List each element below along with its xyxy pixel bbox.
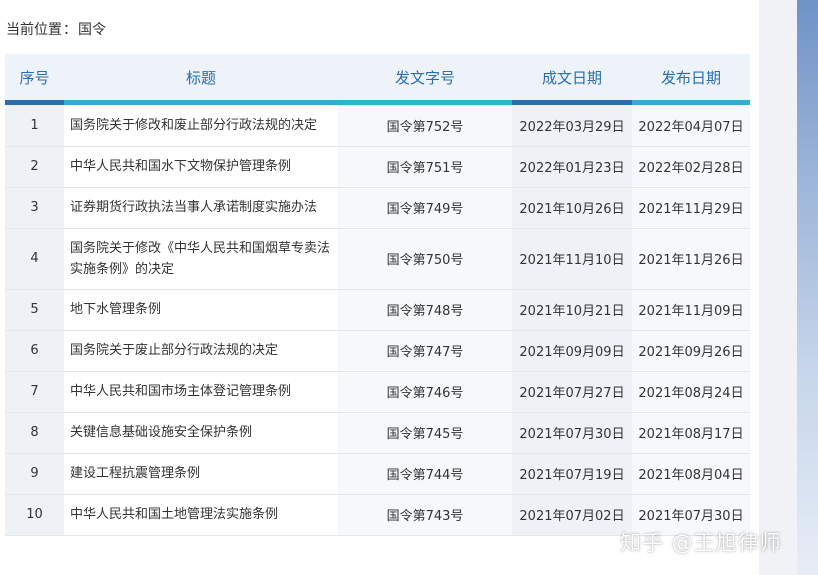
row-published-date: 2021年08月17日 bbox=[632, 412, 750, 454]
breadcrumb-current[interactable]: 国令 bbox=[78, 22, 106, 38]
header-document-number: 发文字号 bbox=[338, 54, 512, 100]
table-row: 3 证券期货行政执法当事人承诺制度实施办法 国令第749号 2021年10月26… bbox=[5, 187, 750, 229]
row-number: 8 bbox=[5, 412, 64, 454]
row-number: 3 bbox=[5, 187, 64, 229]
header-title: 标题 bbox=[64, 54, 338, 100]
page-side-gutter bbox=[759, 0, 797, 575]
row-document-number: 国令第751号 bbox=[338, 146, 512, 188]
table-row: 4 国务院关于修改《中华人民共和国烟草专卖法实施条例》的决定 国令第750号 2… bbox=[5, 228, 750, 290]
header-written-date: 成文日期 bbox=[512, 54, 632, 100]
table-row: 2 中华人民共和国水下文物保护管理条例 国令第751号 2022年01月23日 … bbox=[5, 146, 750, 188]
row-written-date: 2022年03月29日 bbox=[512, 105, 632, 147]
row-number: 1 bbox=[5, 105, 64, 147]
window-edge-background bbox=[797, 0, 818, 575]
row-title-link[interactable]: 国务院关于修改和废止部分行政法规的决定 bbox=[64, 105, 338, 147]
row-document-number: 国令第752号 bbox=[338, 105, 512, 147]
row-document-number: 国令第743号 bbox=[338, 494, 512, 536]
row-number: 9 bbox=[5, 453, 64, 495]
table-row: 6 国务院关于废止部分行政法规的决定 国令第747号 2021年09月09日 2… bbox=[5, 330, 750, 372]
row-published-date: 2022年02月28日 bbox=[632, 146, 750, 188]
row-title-link[interactable]: 中华人民共和国市场主体登记管理条例 bbox=[64, 371, 338, 413]
table-header-row: 序号 标题 发文字号 成文日期 发布日期 bbox=[5, 54, 750, 100]
breadcrumb-label: 当前位置 bbox=[6, 22, 62, 38]
row-written-date: 2021年07月30日 bbox=[512, 412, 632, 454]
row-number: 10 bbox=[5, 494, 64, 536]
row-title-link[interactable]: 关键信息基础设施安全保护条例 bbox=[64, 412, 338, 454]
row-written-date: 2021年10月26日 bbox=[512, 187, 632, 229]
row-title-link[interactable]: 中华人民共和国土地管理法实施条例 bbox=[64, 494, 338, 536]
breadcrumb: 当前位置：国令 bbox=[6, 19, 106, 39]
row-document-number: 国令第747号 bbox=[338, 330, 512, 372]
row-number: 6 bbox=[5, 330, 64, 372]
row-number: 7 bbox=[5, 371, 64, 413]
header-number: 序号 bbox=[5, 54, 64, 100]
regulations-table: 序号 标题 发文字号 成文日期 发布日期 1 国务院关于修改和废止部分行政法规的… bbox=[5, 54, 750, 536]
breadcrumb-separator: ： bbox=[63, 22, 77, 38]
row-published-date: 2021年09月26日 bbox=[632, 330, 750, 372]
row-number: 4 bbox=[5, 228, 64, 290]
row-number: 2 bbox=[5, 146, 64, 188]
row-document-number: 国令第748号 bbox=[338, 289, 512, 331]
row-document-number: 国令第750号 bbox=[338, 228, 512, 290]
row-published-date: 2021年11月09日 bbox=[632, 289, 750, 331]
table-row: 7 中华人民共和国市场主体登记管理条例 国令第746号 2021年07月27日 … bbox=[5, 371, 750, 413]
row-written-date: 2021年10月21日 bbox=[512, 289, 632, 331]
row-title-link[interactable]: 证券期货行政执法当事人承诺制度实施办法 bbox=[64, 187, 338, 229]
row-written-date: 2021年07月02日 bbox=[512, 494, 632, 536]
row-written-date: 2021年07月27日 bbox=[512, 371, 632, 413]
row-title-link[interactable]: 国务院关于废止部分行政法规的决定 bbox=[64, 330, 338, 372]
table-row: 5 地下水管理条例 国令第748号 2021年10月21日 2021年11月09… bbox=[5, 289, 750, 331]
row-title-link[interactable]: 国务院关于修改《中华人民共和国烟草专卖法实施条例》的决定 bbox=[64, 228, 338, 290]
watermark-text: 知乎 @王旭律师 bbox=[620, 531, 782, 555]
row-title-link[interactable]: 地下水管理条例 bbox=[64, 289, 338, 331]
table-row: 1 国务院关于修改和废止部分行政法规的决定 国令第752号 2022年03月29… bbox=[5, 105, 750, 147]
row-document-number: 国令第745号 bbox=[338, 412, 512, 454]
row-written-date: 2021年11月10日 bbox=[512, 228, 632, 290]
row-number: 5 bbox=[5, 289, 64, 331]
row-published-date: 2021年08月24日 bbox=[632, 371, 750, 413]
row-title-link[interactable]: 中华人民共和国水下文物保护管理条例 bbox=[64, 146, 338, 188]
row-written-date: 2021年09月09日 bbox=[512, 330, 632, 372]
row-written-date: 2022年01月23日 bbox=[512, 146, 632, 188]
header-published-date: 发布日期 bbox=[632, 54, 750, 100]
row-published-date: 2022年04月07日 bbox=[632, 105, 750, 147]
row-published-date: 2021年08月04日 bbox=[632, 453, 750, 495]
row-document-number: 国令第746号 bbox=[338, 371, 512, 413]
table-row: 9 建设工程抗震管理条例 国令第744号 2021年07月19日 2021年08… bbox=[5, 453, 750, 495]
row-published-date: 2021年11月26日 bbox=[632, 228, 750, 290]
table-row: 8 关键信息基础设施安全保护条例 国令第745号 2021年07月30日 202… bbox=[5, 412, 750, 454]
row-written-date: 2021年07月19日 bbox=[512, 453, 632, 495]
row-published-date: 2021年11月29日 bbox=[632, 187, 750, 229]
row-title-link[interactable]: 建设工程抗震管理条例 bbox=[64, 453, 338, 495]
row-document-number: 国令第749号 bbox=[338, 187, 512, 229]
row-document-number: 国令第744号 bbox=[338, 453, 512, 495]
